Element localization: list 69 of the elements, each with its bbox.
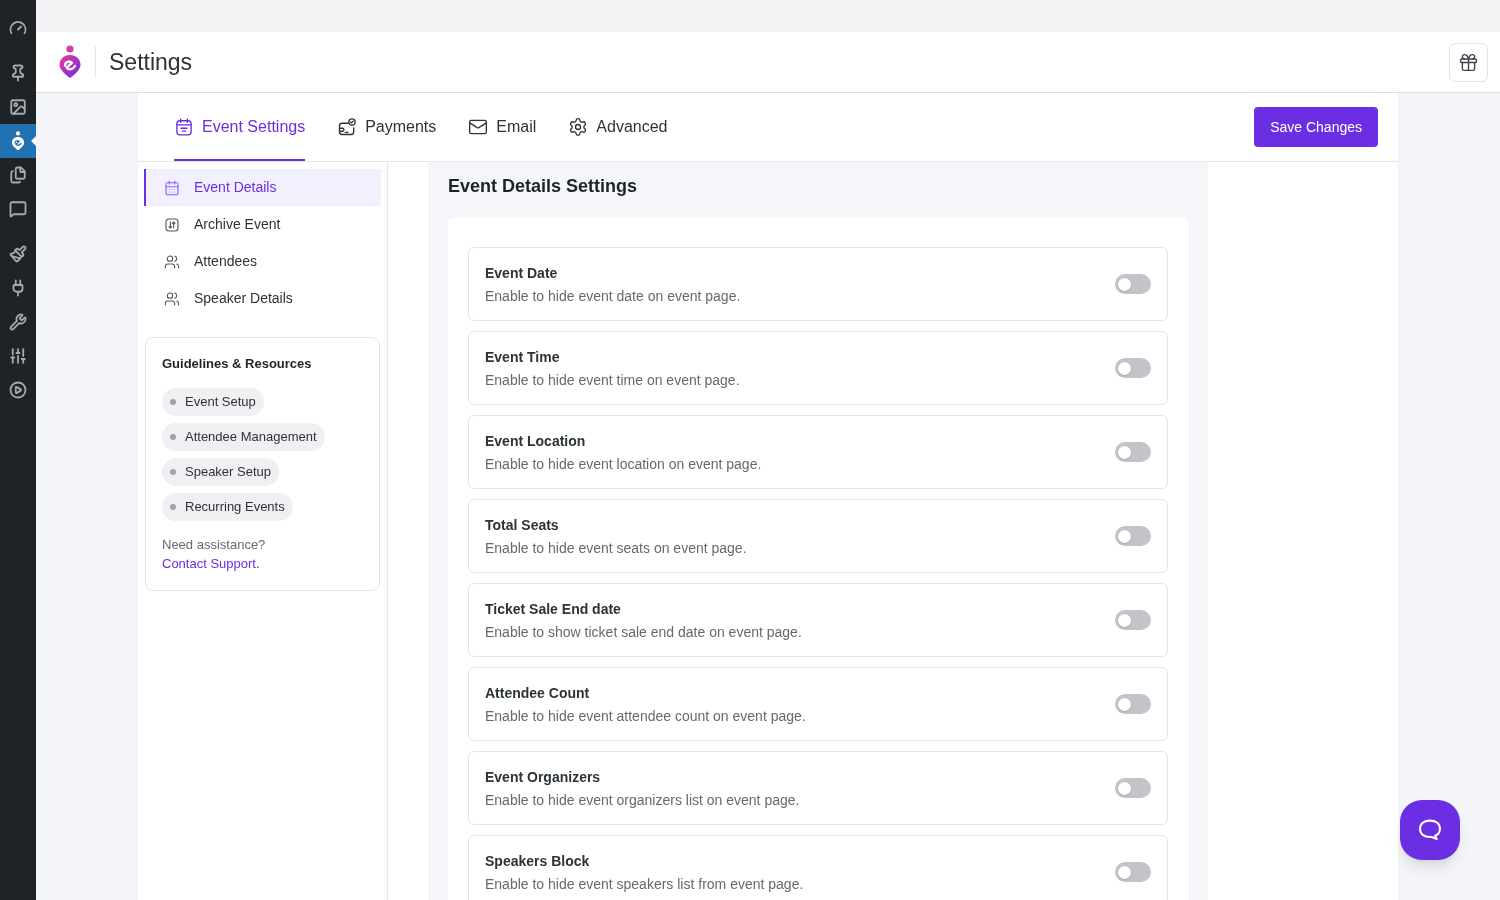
page-title: Settings: [109, 47, 193, 77]
gift-button[interactable]: [1449, 42, 1488, 82]
toggle-switch[interactable]: [1115, 358, 1151, 378]
toggle-switch[interactable]: [1115, 442, 1151, 462]
setting-description: Enable to hide event organizers list on event page.: [485, 790, 800, 810]
toggle-switch[interactable]: [1115, 778, 1151, 798]
resource-chip[interactable]: Speaker Setup: [162, 458, 279, 486]
setting-title: Ticket Sale End date: [485, 599, 622, 619]
subnav-item[interactable]: Attendees: [144, 243, 381, 280]
bullet-icon: [170, 399, 176, 405]
wrench-icon: [9, 313, 27, 331]
play-icon: [9, 381, 27, 399]
users-icon: [164, 290, 180, 307]
help-text: Need assistance? Contact Support.: [162, 536, 267, 573]
resource-chip[interactable]: Recurring Events: [162, 493, 293, 521]
envelope-icon: [468, 117, 489, 137]
resource-chip[interactable]: Attendee Management: [162, 423, 325, 451]
pin-icon: [9, 64, 27, 82]
chat-button[interactable]: [1400, 800, 1460, 860]
subnav-item[interactable]: Speaker Details: [144, 280, 381, 317]
save-changes-button[interactable]: Save Changes: [1254, 107, 1378, 147]
subnav-item[interactable]: Event Details: [144, 169, 381, 206]
card-title: Guidelines & Resources: [162, 355, 313, 373]
setting-description: Enable to show ticket sale end date on event page.: [485, 622, 802, 642]
gauge-icon: [9, 19, 27, 37]
section-heading: Event Details Settings: [448, 175, 639, 198]
resource-chip[interactable]: Event Setup: [162, 388, 264, 416]
speech-bubble-icon: [9, 200, 27, 218]
logo-icon: [58, 45, 82, 79]
setting-description: Enable to hide event seats on event page.: [485, 538, 747, 558]
setting-title: Event Date: [485, 263, 559, 283]
calendar-icon: [174, 117, 194, 137]
setting-title: Event Time: [485, 347, 561, 367]
setting-description: Enable to hide event attendee count on event page.: [485, 706, 806, 726]
sliders-icon: [9, 347, 27, 365]
paintbrush-icon: [9, 245, 27, 263]
toggle-switch[interactable]: [1115, 694, 1151, 714]
toggle-switch[interactable]: [1115, 610, 1151, 630]
toggle-switch[interactable]: [1115, 862, 1151, 882]
setting-title: Speakers Block: [485, 851, 591, 871]
setting-description: Enable to hide event speakers list from event page.: [485, 874, 804, 894]
settings-tab[interactable]: Event Settings: [174, 93, 306, 161]
setting-description: Enable to hide event time on event page.: [485, 370, 740, 390]
toggle-switch[interactable]: [1115, 274, 1151, 294]
gift-icon: [1458, 51, 1479, 73]
sort-arrows-icon: [164, 216, 180, 233]
users-icon: [164, 253, 180, 270]
bullet-icon: [170, 434, 176, 440]
setting-title: Total Seats: [485, 515, 560, 535]
image-icon: [9, 98, 27, 116]
settings-tab[interactable]: Email: [468, 93, 537, 161]
contact-support-link[interactable]: Contact Support.: [162, 556, 260, 571]
settings-icon: [568, 117, 589, 137]
settings-tab[interactable]: Advanced: [568, 93, 668, 161]
calendar-icon: [164, 179, 180, 196]
sidebar-menu-item[interactable]: [0, 124, 36, 158]
toggle-switch[interactable]: [1115, 526, 1151, 546]
settings-tab[interactable]: Payments: [337, 93, 437, 161]
wallet-check-icon: [337, 117, 358, 137]
setting-title: Attendee Count: [485, 683, 591, 703]
setting-description: Enable to hide event location on event page.: [485, 454, 762, 474]
setting-description: Enable to hide event date on event page.: [485, 286, 741, 306]
location-pin-icon: [11, 131, 25, 151]
bullet-icon: [170, 504, 176, 510]
bullet-icon: [170, 469, 176, 475]
setting-title: Event Location: [485, 431, 587, 451]
setting-title: Event Organizers: [485, 767, 602, 787]
subnav-item[interactable]: Archive Event: [144, 206, 381, 243]
documents-icon: [9, 166, 27, 184]
